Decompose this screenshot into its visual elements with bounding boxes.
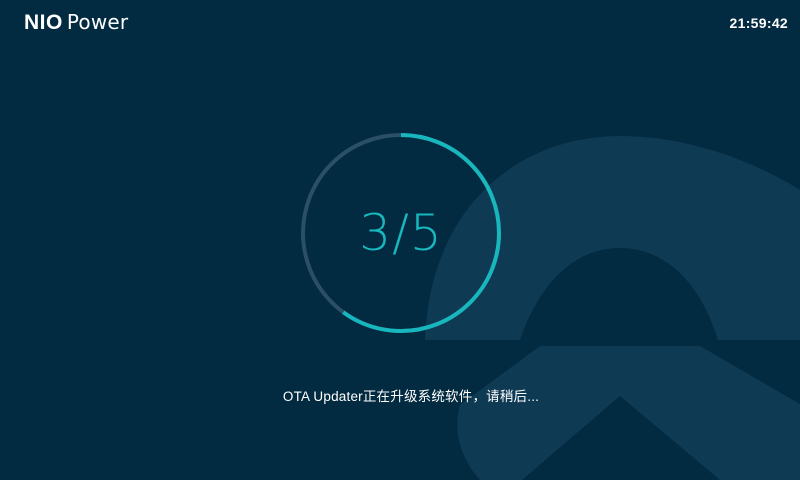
- brand-logo: NIO Power: [24, 10, 128, 38]
- brand-name-bold: NIO: [24, 11, 63, 34]
- progress-step-label: 3/5: [359, 204, 443, 262]
- brand-name-light: Power: [66, 10, 129, 34]
- ota-update-screen: NIO Power 21:59:42 3/5 OTA Updater正在升级系统…: [0, 0, 800, 480]
- status-message: OTA Updater正在升级系统软件，请稍后...: [282, 389, 540, 404]
- clock: 21:59:42: [729, 15, 788, 31]
